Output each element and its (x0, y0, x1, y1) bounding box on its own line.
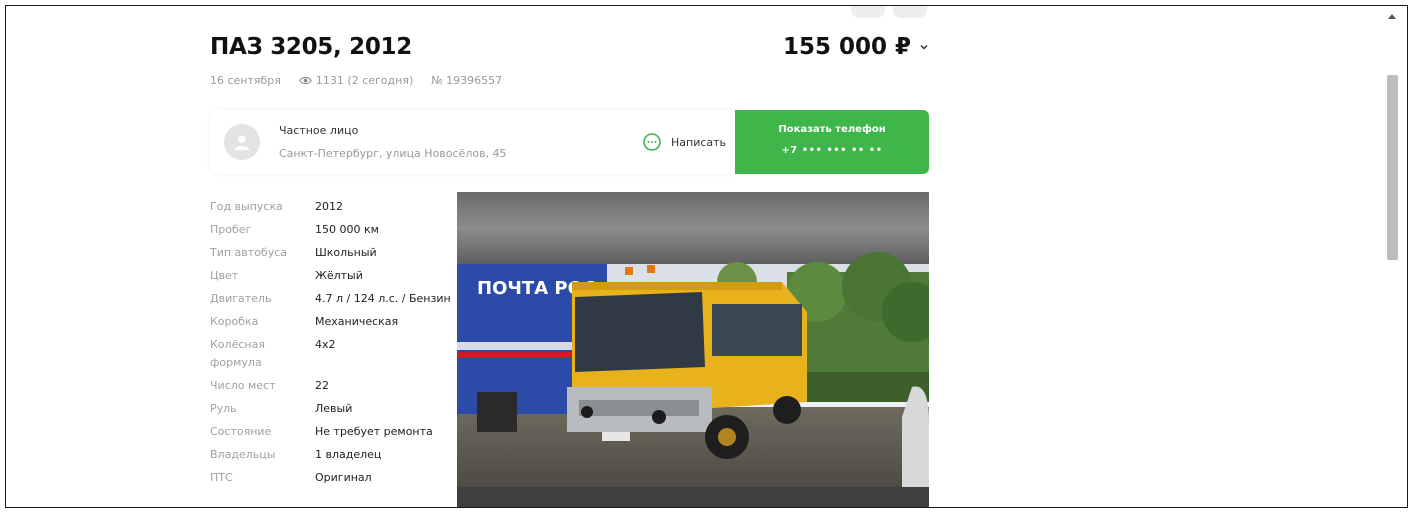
spec-value: 4.7 л / 124 л.с. / Бензин (315, 292, 451, 305)
spec-value: 150 000 км (315, 223, 379, 236)
spec-value: Не требует ремонта (315, 425, 433, 438)
spec-row: Цвет Жёлтый (210, 267, 455, 285)
write-label: Написать (671, 135, 727, 149)
views-count: 1131 (2 сегодня) (315, 74, 414, 87)
listing-meta: 16 сентября 1131 (2 сегодня) № 19396557 (210, 74, 502, 87)
bus-photo: ПОЧТА РОС (457, 192, 929, 507)
spec-label: ПТС (210, 471, 233, 484)
spec-row: Двигатель 4.7 л / 124 л.с. / Бензин (210, 290, 455, 308)
chevron-down-icon[interactable] (919, 42, 929, 52)
spec-label: Год выпуска (210, 200, 283, 213)
spec-value: 1 владелец (315, 448, 382, 461)
user-avatar-icon (224, 124, 260, 160)
spec-value: Левый (315, 402, 353, 415)
chat-bubble-icon (643, 133, 661, 151)
spec-label: Пробег (210, 223, 252, 236)
scrollbar-thumb[interactable] (1387, 75, 1398, 260)
spec-row: Число мест 22 (210, 377, 455, 395)
spec-label: Двигатель (210, 292, 272, 305)
spec-label: Владельцы (210, 448, 276, 461)
spec-label: Число мест (210, 379, 276, 392)
spec-row: Пробег 150 000 км (210, 221, 455, 239)
spec-row: Колёсная формула 4x2 (210, 336, 455, 372)
spec-row: Год выпуска 2012 (210, 198, 455, 216)
spec-value: 22 (315, 379, 329, 392)
spec-label: Коробка (210, 315, 259, 328)
seller-card: Частное лицо Санкт-Петербург, улица Ново… (210, 110, 735, 174)
spec-row: Руль Левый (210, 400, 455, 418)
spec-row: Владельцы 1 владелец (210, 446, 455, 464)
seller-location: Санкт-Петербург, улица Новосёлов, 45 (279, 147, 507, 160)
spec-value: Механическая (315, 315, 399, 328)
spec-row: Коробка Механическая (210, 313, 455, 331)
show-phone-button[interactable]: Показать телефон +7 ••• ••• •• •• (735, 110, 929, 174)
spec-row: Состояние Не требует ремонта (210, 423, 455, 441)
top-action-pills (851, 6, 927, 18)
spec-row: ПТС Оригинал (210, 469, 455, 487)
specs-list: Год выпуска 2012 Пробег 150 000 км Тип а… (210, 198, 455, 492)
write-message-button[interactable]: Написать (642, 132, 726, 152)
spec-value: Школьный (315, 246, 377, 259)
price-value: 155 000 ₽ (782, 34, 911, 60)
spec-value: 4x2 (315, 338, 336, 351)
listing-price[interactable]: 155 000 ₽ (783, 34, 929, 60)
listing-date: 16 сентября (210, 74, 281, 87)
spec-label: Тип автобуса (210, 246, 287, 259)
listing-photo[interactable]: ПОЧТА РОС (457, 192, 929, 507)
listing-title: ПАЗ 3205, 2012 (210, 34, 412, 60)
top-pill-button[interactable] (893, 6, 927, 18)
top-pill-button[interactable] (851, 6, 885, 18)
spec-value: Жёлтый (315, 269, 363, 282)
scroll-up-icon[interactable] (1387, 12, 1397, 20)
browser-viewport: ПАЗ 3205, 2012 16 сентября 1131 (2 сегод… (5, 5, 1408, 508)
spec-value: 2012 (315, 200, 343, 213)
seller-type: Частное лицо (279, 124, 359, 137)
spec-row: Тип автобуса Школьный (210, 244, 455, 262)
phone-button-label: Показать телефон (778, 124, 886, 135)
listing-number: № 19396557 (431, 74, 503, 87)
spec-label: Колёсная формула (210, 338, 265, 369)
spec-label: Руль (210, 402, 237, 415)
phone-masked: +7 ••• ••• •• •• (781, 145, 883, 156)
spec-label: Цвет (210, 269, 239, 282)
spec-value: Оригинал (315, 471, 372, 484)
eye-icon (299, 76, 312, 85)
listing-views: 1131 (2 сегодня) (299, 74, 413, 87)
spec-label: Состояние (210, 425, 272, 438)
